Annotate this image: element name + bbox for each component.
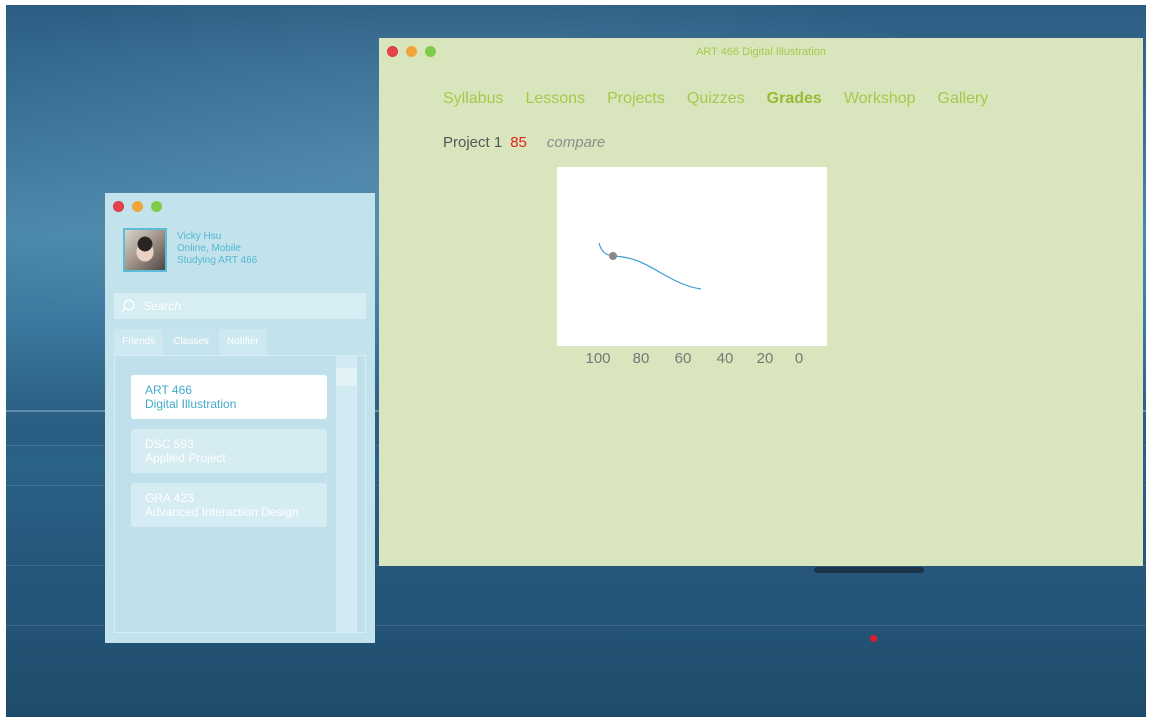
zoom-icon[interactable]	[151, 201, 162, 212]
search-input[interactable]: Search	[114, 293, 366, 319]
window-controls	[113, 201, 162, 212]
class-code: DSC 593	[145, 437, 194, 451]
tab-friends[interactable]: Friends	[114, 329, 164, 355]
tab-workshop[interactable]: Workshop	[844, 90, 916, 108]
user-name: Vicky Hsu	[177, 231, 222, 242]
class-code: ART 466	[145, 383, 192, 397]
search-icon	[121, 299, 135, 313]
chart-x-axis: 100 80 60 40 20 0	[579, 350, 809, 370]
friends-window: Vicky Hsu Online, Mobile Studying ART 46…	[105, 193, 375, 643]
user-activity: Studying ART 466	[177, 255, 258, 266]
x-tick: 100	[585, 350, 611, 367]
distant-boat	[814, 567, 924, 573]
project-label: Project 1	[443, 134, 503, 151]
sidebar-tabs: Friends Classes Notifier	[114, 329, 269, 355]
grade-curve-svg	[598, 242, 702, 290]
tab-quizzes[interactable]: Quizzes	[687, 90, 745, 108]
grade-marker[interactable]	[609, 252, 617, 260]
tab-gallery[interactable]: Gallery	[938, 90, 989, 108]
grade-chart	[557, 167, 827, 346]
tab-lessons[interactable]: Lessons	[525, 90, 585, 108]
user-profile: Vicky Hsu Online, Mobile Studying ART 46…	[123, 228, 257, 272]
x-tick: 20	[756, 350, 774, 367]
class-name: Applied Project	[145, 451, 226, 465]
tab-projects[interactable]: Projects	[607, 90, 665, 108]
class-item-dsc-593[interactable]: DSC 593 Applied Project	[131, 429, 327, 473]
avatar[interactable]	[123, 228, 167, 272]
tab-classes[interactable]: Classes	[165, 329, 217, 355]
x-tick: 60	[674, 350, 692, 367]
compare-link[interactable]: compare	[547, 134, 605, 151]
grade-row: Project 1 85 compare	[443, 134, 605, 151]
close-icon[interactable]	[113, 201, 124, 212]
course-window: ART 466 Digital Illustration Syllabus Le…	[379, 38, 1143, 566]
scrollbar-thumb[interactable]	[336, 368, 357, 386]
red-buoy	[870, 635, 877, 642]
course-nav: Syllabus Lessons Projects Quizzes Grades…	[443, 90, 988, 108]
x-tick: 40	[716, 350, 734, 367]
class-name: Advanced Interaction Design	[145, 505, 299, 519]
tab-grades[interactable]: Grades	[767, 90, 822, 108]
grade-curve	[598, 242, 702, 290]
class-name: Digital Illustration	[145, 397, 237, 411]
class-code: GRA 423	[145, 491, 194, 505]
x-tick: 0	[794, 350, 804, 367]
window-title: ART 466 Digital Illustration	[696, 46, 826, 58]
tab-notifier[interactable]: Notifier	[218, 329, 267, 355]
search-placeholder: Search	[143, 299, 182, 313]
tab-syllabus[interactable]: Syllabus	[443, 90, 503, 108]
scrollbar[interactable]	[336, 356, 357, 632]
class-item-art-466[interactable]: ART 466 Digital Illustration	[131, 375, 327, 419]
user-status: Online, Mobile	[177, 243, 241, 254]
minimize-icon[interactable]	[132, 201, 143, 212]
class-item-gra-423[interactable]: GRA 423 Advanced Interaction Design	[131, 483, 327, 527]
x-tick: 80	[632, 350, 650, 367]
project-score: 85	[510, 134, 527, 151]
profile-text: Vicky Hsu Online, Mobile Studying ART 46…	[177, 228, 257, 272]
